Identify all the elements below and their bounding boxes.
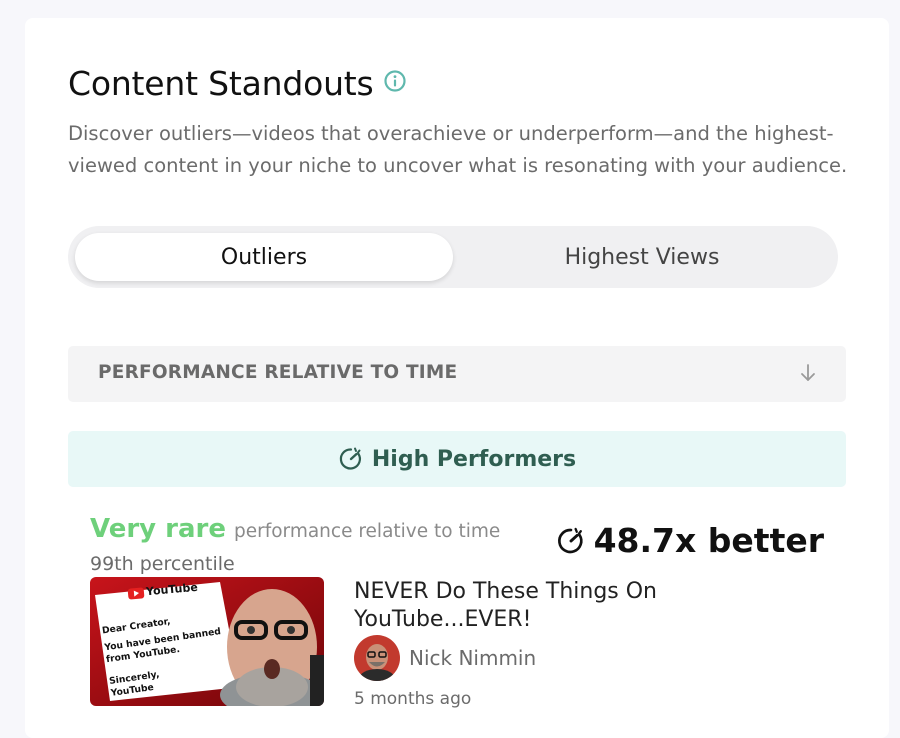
- rarity-description: performance relative to time: [233, 521, 501, 542]
- avatar: [354, 635, 400, 681]
- rarity-line: Very rare performance relative to time: [90, 514, 500, 544]
- video-thumbnail[interactable]: YouTube Dear Creator, You have been bann…: [90, 577, 324, 706]
- multiplier-value: 48.7x better: [593, 521, 824, 560]
- video-title[interactable]: NEVER Do These Things On YouTube...EVER!: [354, 578, 714, 634]
- arrow-down-icon: [801, 364, 815, 381]
- sort-dropdown[interactable]: PERFORMANCE RELATIVE TO TIME: [68, 346, 846, 402]
- channel-name: Nick Nimmin: [409, 646, 537, 670]
- youtube-logo: [127, 587, 145, 600]
- content-standouts-card: Content Standouts Discover outliers—vide…: [25, 18, 889, 738]
- percentile-label: 99th percentile: [90, 553, 235, 575]
- group-label: High Performers: [371, 446, 577, 472]
- title-row: Content Standouts: [68, 64, 407, 103]
- section-description: Discover outliers—videos that overachiev…: [68, 122, 848, 177]
- group-banner-high-performers: High Performers: [68, 431, 846, 487]
- gauge-icon: [557, 527, 583, 553]
- tab-outliers[interactable]: Outliers: [75, 233, 453, 281]
- info-icon[interactable]: [383, 69, 407, 93]
- gauge-icon: [339, 447, 361, 470]
- section-title: Content Standouts: [68, 64, 374, 103]
- tab-highest-views[interactable]: Highest Views: [453, 233, 831, 281]
- performance-multiplier: 48.7x better: [556, 521, 824, 560]
- channel-link[interactable]: Nick Nimmin: [354, 635, 536, 681]
- sort-label: PERFORMANCE RELATIVE TO TIME: [98, 362, 458, 383]
- video-age: 5 months ago: [354, 689, 472, 709]
- view-toggle: Outliers Highest Views: [68, 226, 838, 288]
- rarity-badge: Very rare: [90, 514, 226, 544]
